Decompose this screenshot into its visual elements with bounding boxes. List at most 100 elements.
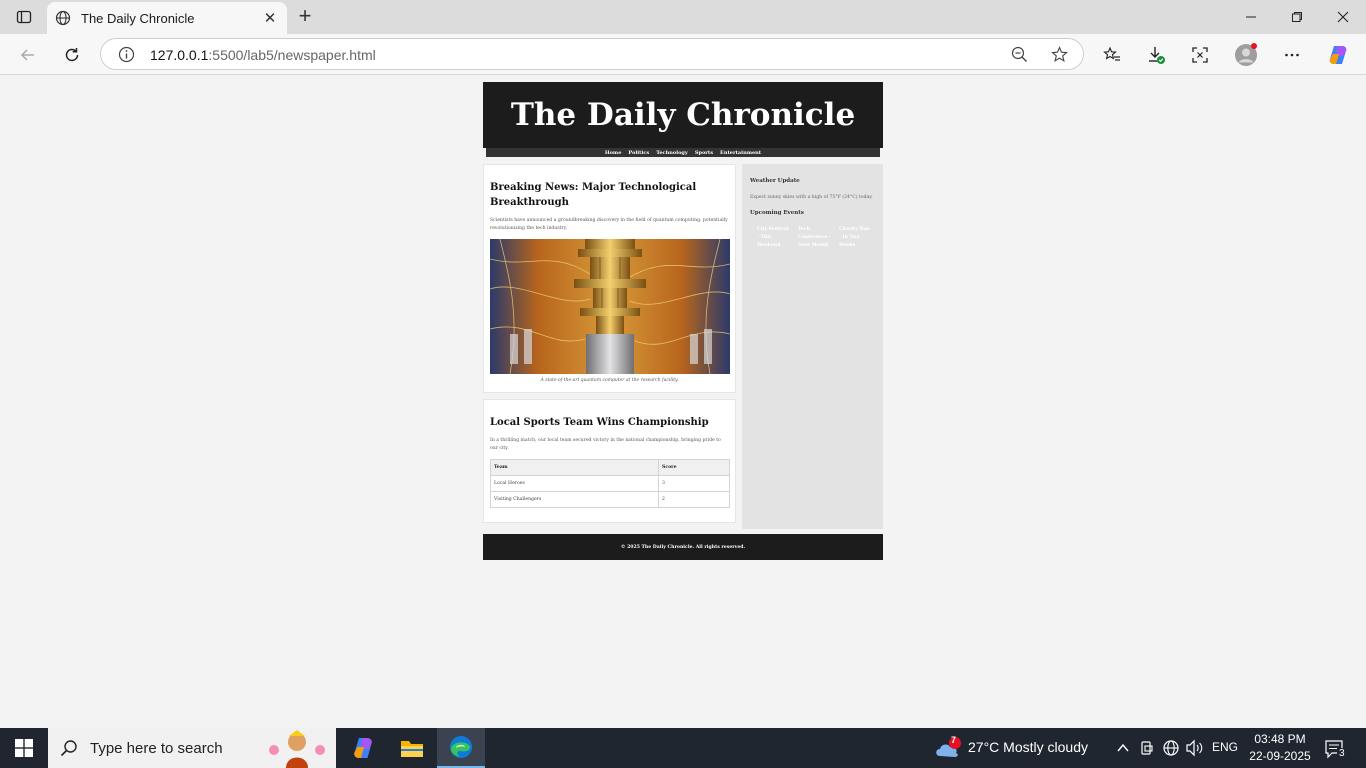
more-dots-icon [1285, 53, 1299, 57]
table-cell-score: 3 [658, 475, 730, 492]
events-heading: Upcoming Events [750, 210, 804, 216]
address-bar[interactable]: 127.0.0.1:5500/lab5/newspaper.html [100, 38, 1084, 70]
restore-icon [1292, 12, 1302, 22]
nav-bar: Home Politics Technology Sports Entertai… [486, 148, 880, 157]
close-tab-icon[interactable]: ✕ [261, 9, 279, 27]
screenshot-button[interactable] [1185, 40, 1215, 70]
zoom-out-icon[interactable] [1011, 46, 1028, 63]
sidebar: Weather Update Expect sunny skies with a… [742, 164, 883, 529]
browser-tab[interactable]: The Daily Chronicle ✕ [47, 2, 287, 34]
minimize-icon [1246, 16, 1256, 18]
event-item: Tech Conference - Next Month [798, 227, 831, 248]
volume-icon[interactable] [1185, 739, 1205, 757]
event-item: City Festival - This Weekend [757, 227, 789, 248]
article-body: Scientists have announced a groundbreaki… [490, 218, 728, 231]
taskbar-edge[interactable] [437, 728, 485, 768]
refresh-button[interactable] [57, 40, 87, 70]
main-column: Breaking News: Major Technological Break… [483, 164, 736, 529]
weather-text: Expect sunny skies with a high of 75°F (… [750, 195, 873, 200]
minimize-button[interactable] [1228, 0, 1274, 34]
taskbar-search[interactable]: Type here to search [48, 728, 336, 768]
back-arrow-icon [20, 49, 34, 61]
tab-actions-icon [16, 10, 32, 24]
language-indicator[interactable]: ENG [1212, 740, 1238, 754]
site-footer: © 2025 The Daily Chronicle. All rights r… [483, 534, 883, 560]
system-clock[interactable]: 03:48 PM 22-09-2025 [1240, 731, 1320, 765]
new-tab-button[interactable]: + [294, 3, 316, 28]
url-path: :5500/lab5/newspaper.html [208, 47, 376, 63]
chevron-up-icon[interactable] [1116, 741, 1130, 755]
restore-button[interactable] [1274, 0, 1320, 34]
windows-logo-icon [15, 739, 33, 757]
globe-icon [55, 10, 71, 26]
table-cell-score: 2 [658, 491, 730, 508]
score-table: Team Score Local Heroes 3 Visiting Chall… [490, 459, 730, 508]
favorites-button[interactable] [1097, 40, 1127, 70]
article-headline: Breaking News: Major Technological Break… [490, 182, 697, 208]
events-list: City Festival - This Weekend Tech Confer… [750, 226, 875, 250]
meet-now-icon[interactable] [1139, 740, 1155, 756]
copilot-icon [1329, 46, 1347, 64]
taskbar-file-explorer[interactable] [388, 728, 436, 768]
refresh-icon [65, 48, 79, 62]
close-window-button[interactable] [1320, 0, 1366, 34]
address-toolbar: 127.0.0.1:5500/lab5/newspaper.html [0, 34, 1366, 75]
article-body: In a thrilling match, our local team sec… [490, 438, 721, 451]
article-tech: Breaking News: Major Technological Break… [483, 164, 736, 393]
favorites-list-icon [1103, 46, 1120, 61]
nav-home[interactable]: Home [605, 150, 622, 156]
site-title: The Daily Chronicle [510, 97, 856, 133]
article-headline: Local Sports Team Wins Championship [490, 417, 709, 428]
taskbar: Type here to search 7 27°C Mostly cloudy… [0, 728, 1366, 768]
tab-title: The Daily Chronicle [81, 10, 195, 26]
weather-heading: Weather Update [750, 178, 800, 184]
nav-politics[interactable]: Politics [628, 150, 649, 156]
clock-time: 03:48 PM [1254, 732, 1306, 746]
url-text: 127.0.0.1:5500/lab5/newspaper.html [150, 47, 376, 63]
nav-sports[interactable]: Sports [695, 150, 713, 156]
taskbar-copilot[interactable] [339, 728, 387, 768]
weather-badge: 7 [951, 735, 957, 745]
nav-entertainment[interactable]: Entertainment [720, 150, 761, 156]
network-globe-icon[interactable] [1162, 739, 1180, 757]
page-viewport: The Daily Chronicle Home Politics Techno… [0, 75, 1366, 728]
tab-strip: The Daily Chronicle ✕ + [0, 0, 1366, 34]
table-row: Visiting Challengers 2 [490, 491, 730, 508]
avatar-icon [1235, 43, 1257, 66]
weather-cloud-icon[interactable] [934, 736, 962, 760]
site-info-icon[interactable] [118, 46, 135, 63]
event-item: Charity Run - In Two Weeks [839, 227, 871, 248]
table-header-row: Team Score [490, 459, 730, 476]
copilot-button[interactable] [1323, 40, 1353, 70]
footer-text: © 2025 The Daily Chronicle. All rights r… [620, 544, 746, 550]
table-row: Local Heroes 3 [490, 475, 730, 492]
masthead: The Daily Chronicle [483, 82, 883, 148]
favorite-star-icon[interactable] [1051, 46, 1068, 63]
profile-button[interactable] [1231, 40, 1261, 70]
tab-actions-button[interactable] [0, 0, 48, 34]
downloads-button[interactable] [1141, 40, 1171, 70]
screenshot-icon [1192, 47, 1208, 63]
search-highlight-illustration-icon [269, 730, 325, 768]
newspaper-container: The Daily Chronicle Home Politics Techno… [483, 82, 883, 560]
copilot-app-icon [354, 738, 372, 758]
weather-text[interactable]: 27°C Mostly cloudy [968, 739, 1088, 755]
notification-count: 3 [1337, 748, 1347, 759]
start-button[interactable] [0, 728, 48, 768]
nav-technology[interactable]: Technology [656, 150, 688, 156]
table-header-score: Score [658, 459, 730, 476]
download-icon [1149, 47, 1165, 64]
table-cell-team: Local Heroes [490, 475, 659, 492]
url-host: 127.0.0.1 [150, 47, 209, 63]
search-icon [60, 740, 77, 757]
clock-date: 22-09-2025 [1249, 749, 1311, 763]
close-window-icon [1337, 11, 1349, 23]
folder-icon [401, 741, 423, 757]
quantum-computer-image [490, 239, 730, 374]
table-header-team: Team [490, 459, 659, 476]
back-button[interactable] [13, 40, 43, 70]
image-caption: A state-of-the-art quantum computer at t… [540, 378, 679, 383]
table-cell-team: Visiting Challengers [490, 491, 659, 508]
search-placeholder: Type here to search [90, 739, 223, 757]
settings-menu-button[interactable] [1277, 40, 1307, 70]
